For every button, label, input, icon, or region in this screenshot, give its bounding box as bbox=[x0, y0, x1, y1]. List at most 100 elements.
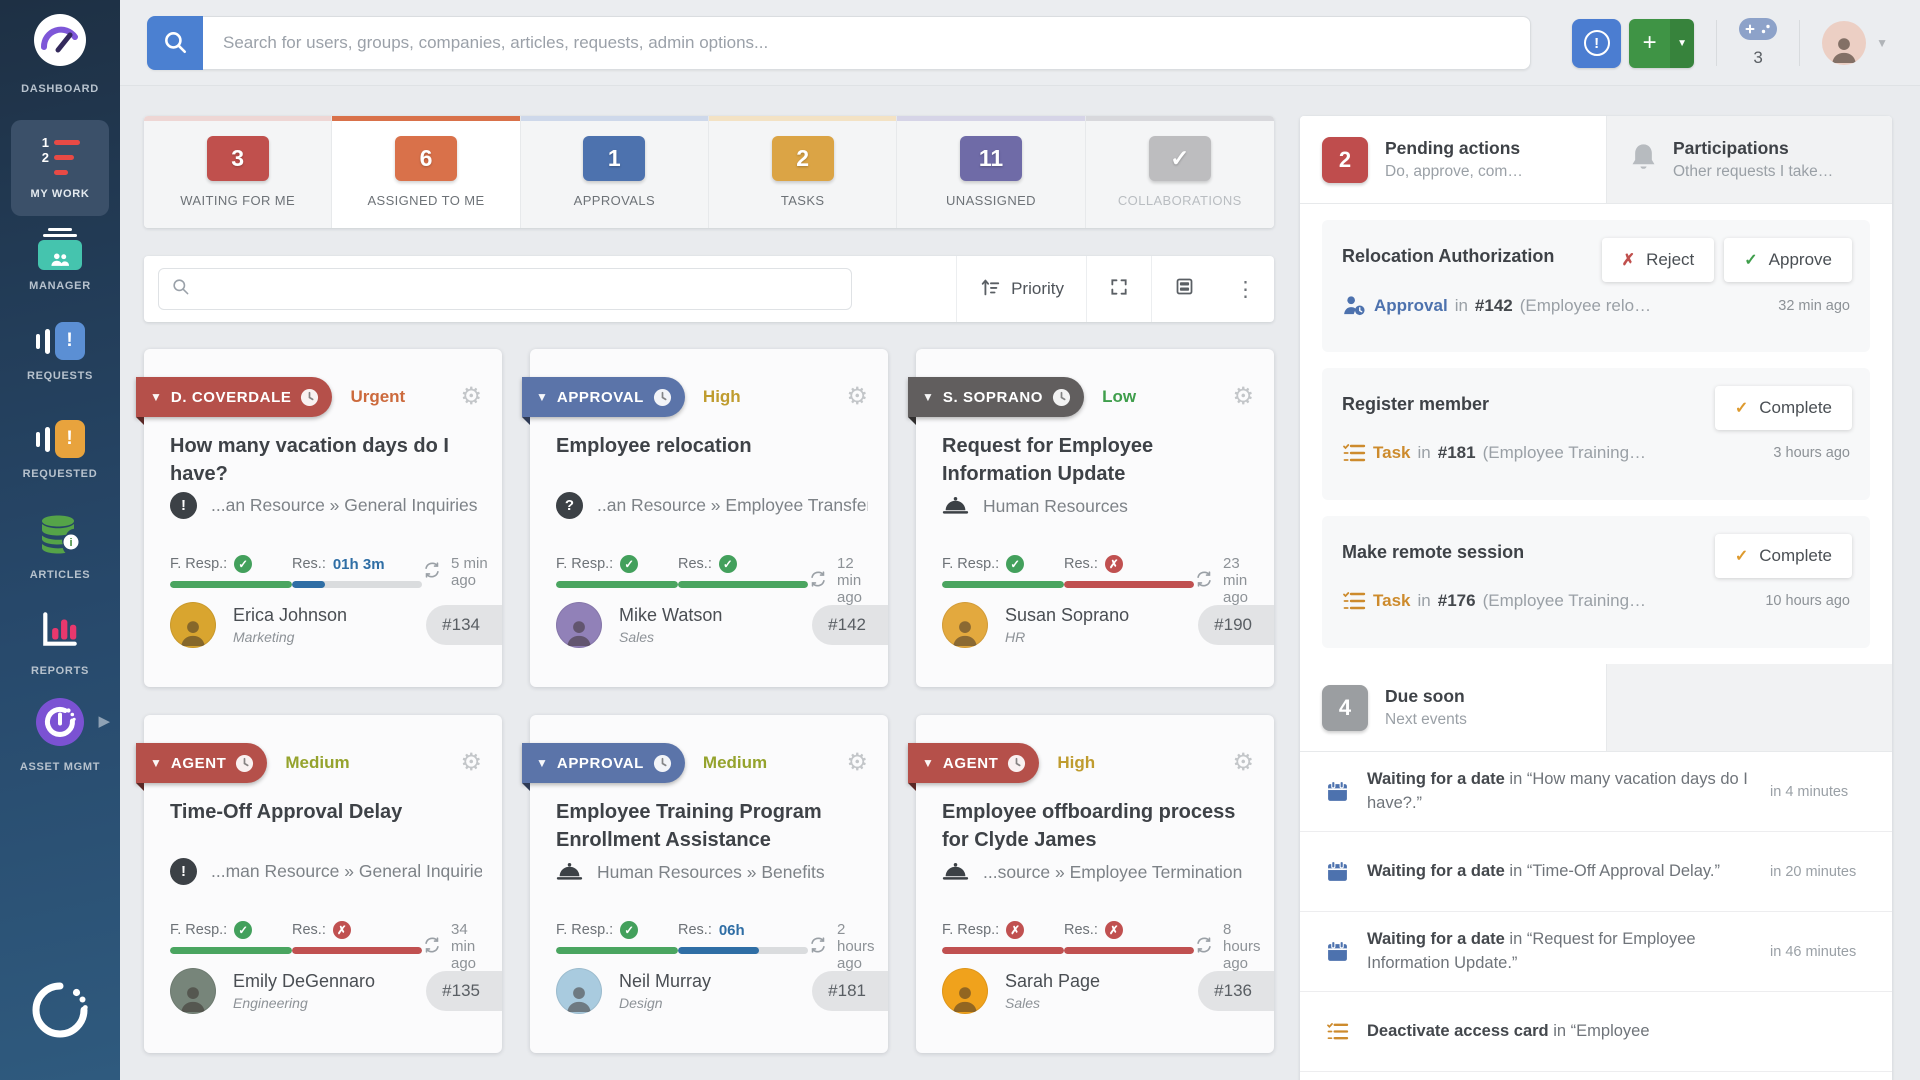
usage-counter[interactable]: 3 bbox=[1739, 18, 1777, 68]
action-type[interactable]: Approval bbox=[1374, 296, 1448, 316]
tab-subtitle: Other requests I take… bbox=[1673, 163, 1833, 181]
assignee-ribbon[interactable]: ▼ APPROVAL bbox=[522, 743, 685, 783]
tab-unassigned[interactable]: 11 UNASSIGNED bbox=[897, 116, 1085, 228]
chevron-down-icon: ▼ bbox=[150, 390, 162, 404]
action-time: 3 hours ago bbox=[1773, 445, 1850, 461]
filter-search[interactable] bbox=[158, 268, 852, 310]
sidebar-item-dashboard[interactable]: DASHBOARD bbox=[0, 12, 120, 98]
sidebar-item-manager[interactable]: MANAGER bbox=[0, 228, 120, 295]
ticket-id: #190 bbox=[1198, 605, 1274, 645]
sort-ascending-icon bbox=[979, 276, 1001, 303]
ticket-title: Time-Off Approval Delay bbox=[170, 799, 472, 827]
sidebar-item-reports[interactable]: REPORTS bbox=[0, 608, 120, 680]
plus-icon: + bbox=[1629, 19, 1670, 68]
sidebar-item-requested[interactable]: ! REQUESTED bbox=[0, 420, 120, 483]
avatar bbox=[556, 602, 602, 648]
refresh-icon[interactable] bbox=[1194, 935, 1214, 959]
create-new-button[interactable]: + ▼ bbox=[1629, 19, 1694, 68]
more-options-button[interactable]: ⋮ bbox=[1217, 256, 1274, 322]
tab-accent bbox=[332, 116, 519, 121]
global-search-input[interactable] bbox=[203, 16, 1531, 70]
due-event-row[interactable]: Waiting for a date in “Request for Emplo… bbox=[1300, 912, 1892, 992]
due-event-row[interactable]: Waiting for a date in “How many vacation… bbox=[1300, 752, 1892, 832]
gear-icon[interactable]: ⚙ bbox=[460, 385, 482, 409]
assignee-name: Emily DeGennaro bbox=[233, 971, 375, 992]
approve-button[interactable]: ✓ Approve bbox=[1724, 238, 1852, 282]
ticket-id[interactable]: #181 bbox=[1438, 443, 1476, 463]
fullscreen-icon bbox=[1109, 277, 1129, 302]
refresh-icon[interactable] bbox=[422, 560, 442, 584]
assignee-ribbon[interactable]: ▼ D. COVERDALE bbox=[136, 377, 332, 417]
ribbon-label: APPROVAL bbox=[557, 755, 644, 772]
sidebar-item-asset-mgmt[interactable]: ▶ ASSET MGMT bbox=[0, 698, 120, 776]
pending-action-card[interactable]: Register member ✓ Complete Task in #181 … bbox=[1322, 368, 1870, 500]
search-icon bbox=[162, 29, 188, 58]
first-response-metric: F. Resp.: ✓ bbox=[170, 554, 292, 589]
user-menu[interactable]: ▼ bbox=[1822, 21, 1888, 65]
divider bbox=[1716, 20, 1717, 66]
refresh-icon[interactable] bbox=[1194, 569, 1214, 593]
pending-action-card[interactable]: Relocation Authorization ✗ Reject ✓ Appr… bbox=[1322, 220, 1870, 352]
ticket-type-icon: ? bbox=[556, 492, 583, 519]
ticket-card[interactable]: ▼ AGENT High ⚙ Employee offboarding proc… bbox=[916, 715, 1274, 1053]
gear-icon[interactable]: ⚙ bbox=[846, 751, 868, 775]
gear-icon[interactable]: ⚙ bbox=[846, 385, 868, 409]
ticket-title: Employee Training Program Enrollment Ass… bbox=[556, 799, 858, 854]
tab-participations[interactable]: Participations Other requests I take… bbox=[1606, 116, 1892, 203]
refresh-icon[interactable] bbox=[422, 935, 442, 959]
tab-pending-actions[interactable]: 2 Pending actions Do, approve, com… bbox=[1300, 116, 1606, 203]
gear-icon[interactable]: ⚙ bbox=[1232, 751, 1254, 775]
tab-collaborations[interactable]: ✓ COLLABORATIONS bbox=[1086, 116, 1274, 228]
reject-button[interactable]: ✗ Reject bbox=[1602, 238, 1715, 282]
progress-fill bbox=[556, 947, 678, 954]
action-title: Make remote session bbox=[1342, 540, 1592, 564]
ticket-id[interactable]: #142 bbox=[1475, 296, 1513, 316]
tab-tasks[interactable]: 2 TASKS bbox=[709, 116, 897, 228]
refresh-icon[interactable] bbox=[808, 935, 828, 959]
ticket-card[interactable]: ▼ D. COVERDALE Urgent ⚙ How many vacatio… bbox=[144, 349, 502, 687]
ticket-card[interactable]: ▼ S. SOPRANO Low ⚙ Request for Employee … bbox=[916, 349, 1274, 687]
due-soon-header[interactable]: 4 Due soon Next events bbox=[1300, 664, 1606, 751]
board-view-button[interactable] bbox=[1151, 256, 1217, 322]
ticket-title: Request for Employee Information Update bbox=[942, 433, 1244, 488]
chevron-right-icon[interactable]: ▶ bbox=[98, 712, 110, 730]
progress-fill bbox=[170, 947, 292, 954]
complete-button[interactable]: ✓ Complete bbox=[1715, 534, 1852, 578]
assignee-ribbon[interactable]: ▼ AGENT bbox=[908, 743, 1039, 783]
ticket-card[interactable]: ▼ APPROVAL Medium ⚙ Employee Training Pr… bbox=[530, 715, 888, 1053]
pending-action-card[interactable]: Make remote session ✓ Complete Task in #… bbox=[1322, 516, 1870, 648]
gear-icon[interactable]: ⚙ bbox=[460, 751, 482, 775]
sidebar-item-requests[interactable]: ! REQUESTS bbox=[0, 322, 120, 385]
due-event-row[interactable]: Deactivate access card in “Employee bbox=[1300, 992, 1892, 1072]
tab-approvals[interactable]: 1 APPROVALS bbox=[521, 116, 709, 228]
alert-button[interactable]: ! bbox=[1572, 19, 1621, 68]
articles-database-icon: i bbox=[38, 514, 82, 559]
ticket-card[interactable]: ▼ APPROVAL High ⚙ Employee relocation ? … bbox=[530, 349, 888, 687]
refresh-icon[interactable] bbox=[808, 569, 828, 593]
ticket-card[interactable]: ▼ AGENT Medium ⚙ Time-Off Approval Delay… bbox=[144, 715, 502, 1053]
search-button[interactable] bbox=[147, 16, 203, 70]
assignee-ribbon[interactable]: ▼ APPROVAL bbox=[522, 377, 685, 417]
tab-assigned-to-me[interactable]: 6 ASSIGNED TO ME bbox=[332, 116, 520, 228]
action-type[interactable]: Task bbox=[1373, 591, 1411, 611]
gear-icon[interactable]: ⚙ bbox=[1232, 385, 1254, 409]
sidebar-item-articles[interactable]: i ARTICLES bbox=[0, 514, 120, 584]
ticket-type-icon: ! bbox=[170, 492, 197, 519]
tab-waiting-for-me[interactable]: 3 WAITING FOR ME bbox=[144, 116, 332, 228]
assignee-ribbon[interactable]: ▼ AGENT bbox=[136, 743, 267, 783]
service-bell-icon bbox=[942, 492, 969, 520]
complete-button[interactable]: ✓ Complete bbox=[1715, 386, 1852, 430]
ticket-id[interactable]: #176 bbox=[1438, 591, 1476, 611]
due-event-row[interactable]: Waiting for a date in “Time-Off Approval… bbox=[1300, 832, 1892, 912]
action-title: Register member bbox=[1342, 392, 1592, 416]
sidebar-item-my-work[interactable]: 1 2 MY WORK bbox=[11, 120, 109, 216]
status-badge: ✗ bbox=[1105, 921, 1123, 939]
assignee-ribbon[interactable]: ▼ S. SOPRANO bbox=[908, 377, 1084, 417]
check-icon: ✓ bbox=[1735, 546, 1748, 566]
task-list-icon bbox=[1342, 590, 1366, 612]
action-type[interactable]: Task bbox=[1373, 443, 1411, 463]
category-breadcrumb: ...an Resource » General Inquiries bbox=[211, 495, 478, 516]
filter-search-input[interactable] bbox=[199, 280, 839, 298]
sort-priority-button[interactable]: Priority bbox=[956, 256, 1086, 322]
expand-view-button[interactable] bbox=[1086, 256, 1151, 322]
